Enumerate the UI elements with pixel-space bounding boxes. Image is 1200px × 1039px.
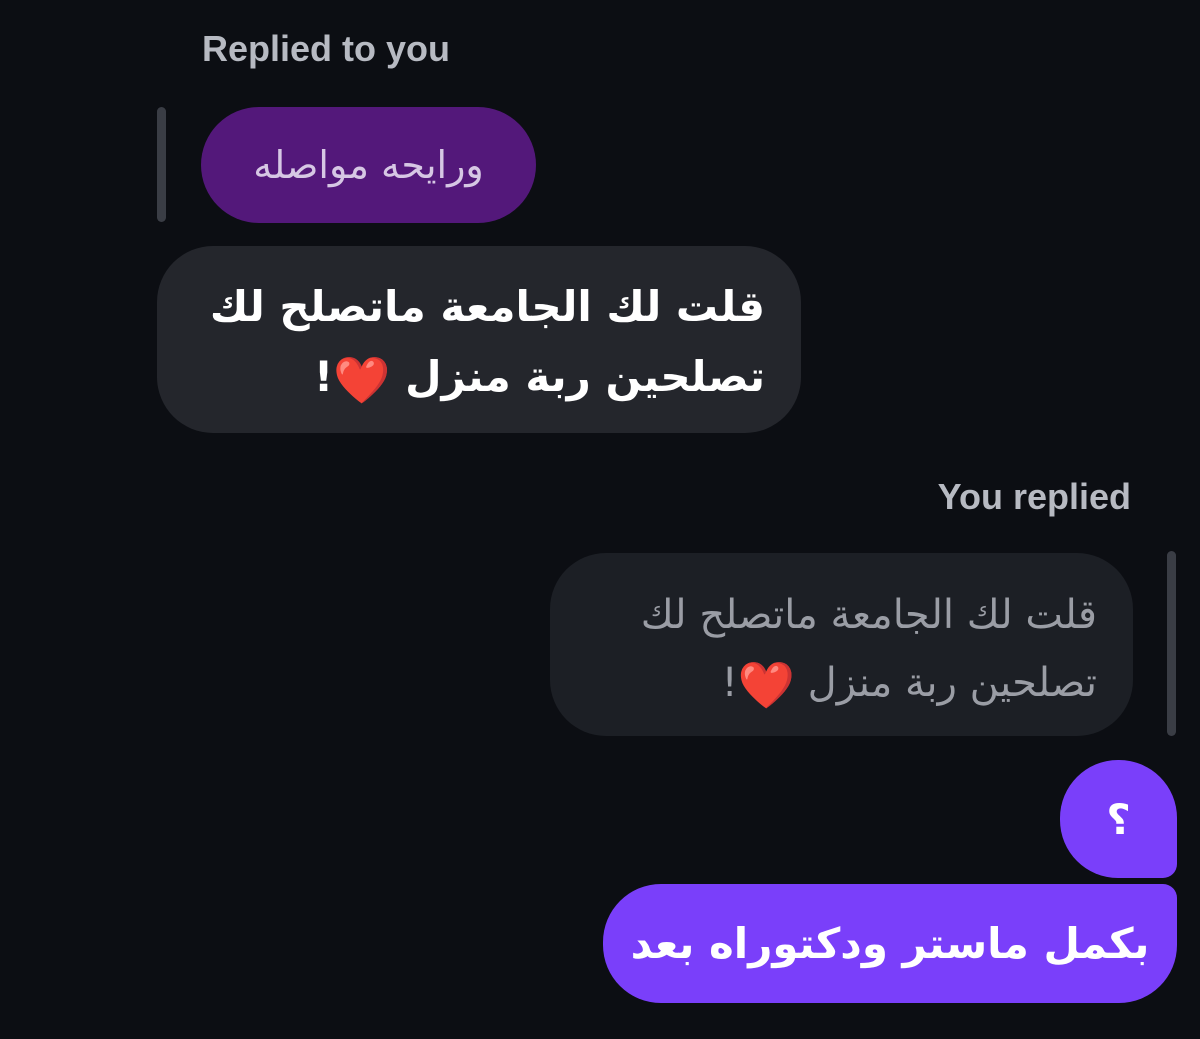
reply-quote-bar: [1167, 551, 1176, 736]
you-replied-label: You replied: [937, 476, 1131, 517]
incoming-message-bubble[interactable]: قلت لك الجامعة ماتصلح لك تصلحين ربة منزل…: [157, 246, 801, 433]
heart-emoji-icon: ❤️: [333, 352, 391, 407]
quoted-message-text: ورايحه مواصله: [253, 143, 484, 187]
question-mark-text: ؟: [1106, 794, 1131, 844]
incoming-message-line-1: قلت لك الجامعة ماتصلح لك: [209, 282, 765, 331]
outgoing-reply-bubble[interactable]: بكمل ماستر ودكتوراه بعد: [603, 884, 1177, 1003]
heart-emoji-icon: ❤️: [737, 658, 795, 712]
exclamation-mark: !: [314, 352, 334, 401]
exclamation-mark: !: [721, 660, 738, 706]
outgoing-question-bubble[interactable]: ؟: [1060, 760, 1177, 878]
quoted-incoming-line-1: قلت لك الجامعة ماتصلح لك: [640, 592, 1097, 638]
replied-to-you-label: Replied to you: [202, 28, 451, 69]
incoming-message-line-2: تصلحين ربة منزل: [405, 352, 765, 401]
quoted-message-bubble[interactable]: ورايحه مواصله: [201, 107, 536, 223]
dm-thread: Replied to you ورايحه مواصله قلت لك الجا…: [0, 0, 1200, 1039]
reply-quote-bar: [157, 107, 166, 222]
outgoing-reply-text: بكمل ماستر ودكتوراه بعد: [630, 919, 1150, 968]
quoted-incoming-line-2: تصلحين ربة منزل: [807, 660, 1097, 706]
quoted-incoming-bubble[interactable]: قلت لك الجامعة ماتصلح لك تصلحين ربة منزل…: [550, 553, 1133, 736]
